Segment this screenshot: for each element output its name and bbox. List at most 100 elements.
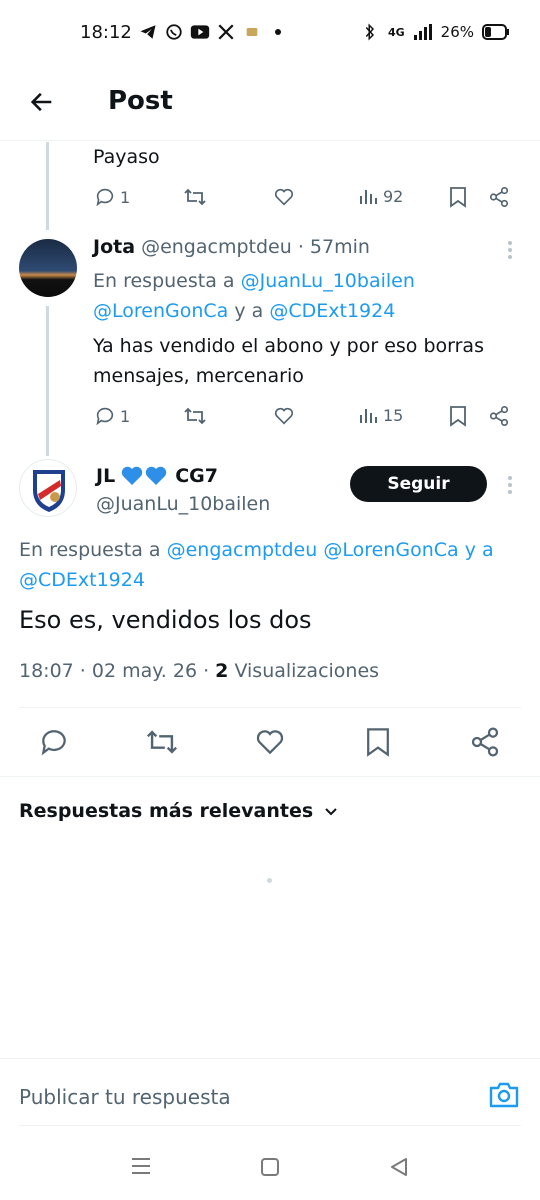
jota-views-count: 15 xyxy=(383,405,404,425)
jota-like-button[interactable] xyxy=(273,405,295,427)
mention-link[interactable]: @CDExt1924 xyxy=(19,569,145,591)
prev-share-button[interactable] xyxy=(488,186,510,208)
mention-link[interactable]: @engacmptdeu xyxy=(167,539,318,561)
follow-button[interactable]: Seguir xyxy=(350,466,487,502)
jota-text-line1: Ya has vendido el abono y por eso borras xyxy=(93,335,484,357)
replies-sort-dropdown[interactable]: Respuestas más relevantes xyxy=(19,800,339,822)
app-notification-icon xyxy=(242,22,262,42)
main-bookmark-button[interactable] xyxy=(364,726,392,762)
prev-retweet-button[interactable] xyxy=(183,186,207,208)
home-button[interactable] xyxy=(260,1157,280,1181)
status-time: 18:12 xyxy=(80,22,132,43)
jota-retweet-button[interactable] xyxy=(183,405,207,427)
jota-avatar[interactable] xyxy=(19,239,77,297)
whatsapp-icon xyxy=(164,22,184,42)
signal-icon xyxy=(413,22,433,42)
mention-link[interactable]: @LorenGonCa xyxy=(323,539,458,561)
replying-prefix: En respuesta a xyxy=(93,270,235,292)
replying-prefix: En respuesta a xyxy=(19,539,161,561)
main-retweet-button[interactable] xyxy=(145,726,179,762)
x-icon xyxy=(216,22,236,42)
main-reply-button[interactable] xyxy=(38,726,70,762)
back-button[interactable] xyxy=(24,84,60,120)
jl-name-line[interactable]: JL CG7 xyxy=(96,465,218,487)
divider xyxy=(0,776,540,777)
divider xyxy=(19,707,521,708)
jl-name-suffix: CG7 xyxy=(175,465,218,487)
retweet-icon xyxy=(146,730,178,754)
prev-tweet-text: Payaso xyxy=(93,146,160,168)
compose-bar: Publicar tu respuesta xyxy=(0,1058,540,1126)
prev-views-button[interactable]: 92 xyxy=(359,186,403,206)
thread-line xyxy=(46,306,49,456)
main-share-button[interactable] xyxy=(469,726,501,762)
jota-share-button[interactable] xyxy=(488,405,510,427)
top-app-bar: Post xyxy=(0,68,540,141)
jota-views-button[interactable]: 15 xyxy=(359,405,403,425)
more-notifications-dot-icon xyxy=(268,22,288,42)
jota-tweet-text: Ya has vendido el abono y por eso borras… xyxy=(93,331,523,391)
more-vertical-icon xyxy=(508,241,512,259)
jota-replying-to: En respuesta a @JuanLu_10bailen @LorenGo… xyxy=(93,266,513,326)
heart-icon xyxy=(274,188,294,206)
menu-icon xyxy=(132,1158,150,1174)
mention-link[interactable]: @JuanLu_10bailen xyxy=(241,270,415,292)
jl-handle[interactable]: @JuanLu_10bailen xyxy=(96,493,270,515)
more-vertical-icon xyxy=(508,476,512,494)
camera-button[interactable] xyxy=(488,1081,520,1113)
blue-hearts-icon xyxy=(121,466,167,485)
bookmark-icon xyxy=(367,728,389,757)
thread-line xyxy=(46,142,49,230)
jl-name: JL xyxy=(96,465,116,487)
jota-more-button[interactable] xyxy=(503,238,517,266)
views-icon xyxy=(360,190,377,204)
heart-icon xyxy=(256,730,284,755)
main-like-button[interactable] xyxy=(254,726,286,762)
prev-reply-count: 1 xyxy=(120,187,131,207)
reply-input[interactable]: Publicar tu respuesta xyxy=(19,1085,231,1109)
camera-icon xyxy=(489,1082,519,1108)
jota-bookmark-button[interactable] xyxy=(448,405,468,427)
heart-icon xyxy=(274,407,294,425)
main-tweet-text: Eso es, vendidos los dos xyxy=(19,606,312,634)
page-title: Post xyxy=(108,86,173,116)
system-back-button[interactable] xyxy=(388,1156,410,1182)
square-icon xyxy=(261,1158,279,1176)
mention-link[interactable]: @CDExt1924 xyxy=(269,300,395,322)
prev-bookmark-button[interactable] xyxy=(448,186,468,208)
jota-name[interactable]: Jota xyxy=(93,236,135,258)
system-icons: 4G 26% xyxy=(360,22,510,42)
reply-icon xyxy=(41,730,66,756)
mention-link[interactable]: @LorenGonCa xyxy=(93,300,228,322)
views-label: Visualizaciones xyxy=(234,660,380,682)
jl-replying-to: En respuesta a @engacmptdeu @LorenGonCa … xyxy=(19,535,534,595)
reply-icon xyxy=(96,407,114,426)
and-word: y a xyxy=(234,300,264,322)
loading-indicator xyxy=(267,878,272,883)
triangle-back-icon xyxy=(391,1158,407,1176)
jl-more-button[interactable] xyxy=(503,473,517,501)
recent-apps-button[interactable] xyxy=(130,1156,152,1180)
and-word: y a xyxy=(464,539,494,561)
jota-handle[interactable]: @engacmptdeu xyxy=(141,236,292,258)
bookmark-icon xyxy=(450,187,466,208)
prev-reply-button[interactable]: 1 xyxy=(94,186,130,208)
prev-views-count: 92 xyxy=(383,186,404,206)
jota-reply-button[interactable]: 1 xyxy=(94,405,130,427)
arrow-left-icon xyxy=(30,92,52,112)
share-icon xyxy=(471,727,499,757)
notification-icons xyxy=(138,22,288,42)
tweet-meta: 18:07 · 02 may. 26 · 2 Visualizaciones xyxy=(19,660,379,682)
jl-avatar[interactable] xyxy=(19,459,77,517)
jota-reply-count: 1 xyxy=(120,406,131,426)
views-count: 2 xyxy=(215,660,229,682)
battery-icon xyxy=(482,22,510,42)
chevron-down-icon xyxy=(325,808,337,816)
telegram-icon xyxy=(138,22,158,42)
bookmark-icon xyxy=(450,406,466,427)
status-bar: 18:12 4G 26% xyxy=(0,0,540,68)
tweet-timestamp[interactable]: 18:07 · 02 may. 26 · xyxy=(19,660,209,682)
system-navigation-bar xyxy=(0,1126,540,1200)
prev-like-button[interactable] xyxy=(273,186,295,208)
club-crest-icon xyxy=(33,470,65,512)
